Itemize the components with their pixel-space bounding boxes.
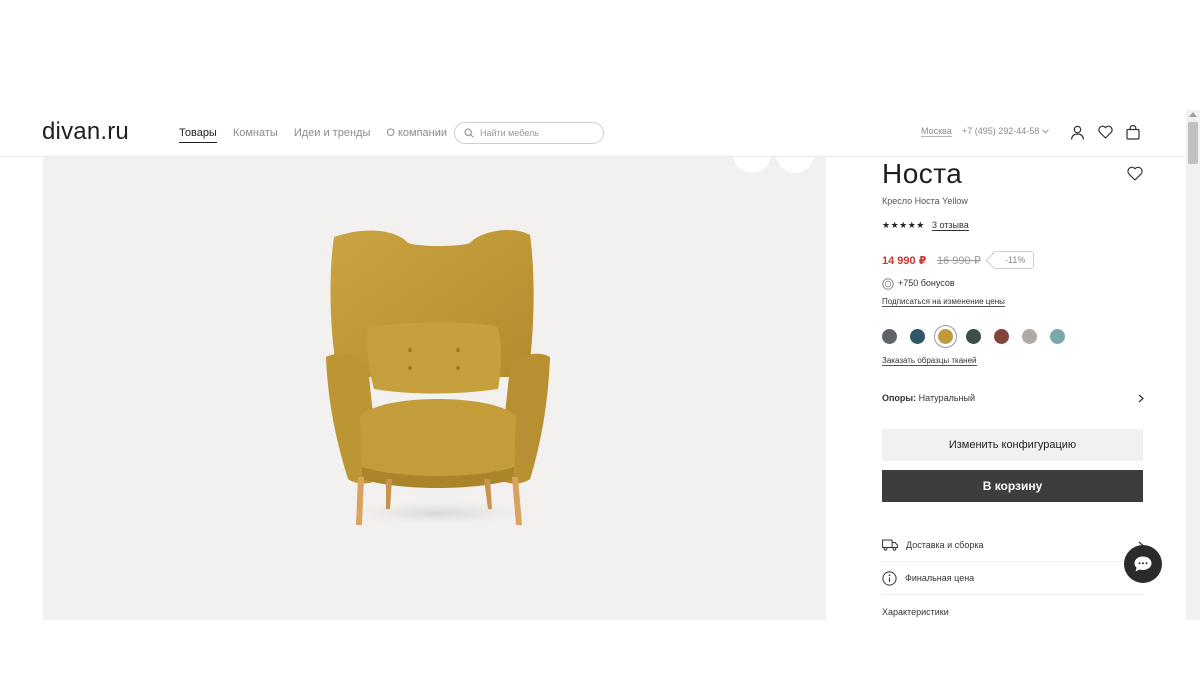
- favorite-heart-icon[interactable]: [1127, 166, 1145, 184]
- color-swatch[interactable]: [1050, 329, 1065, 344]
- nav-item-products[interactable]: Товары: [179, 127, 217, 143]
- price-subscribe-link[interactable]: Подписаться на изменение цены: [882, 297, 1005, 307]
- color-swatch[interactable]: [966, 329, 981, 344]
- site-logo[interactable]: divan.ru: [42, 118, 129, 146]
- color-swatches: [882, 325, 1065, 348]
- add-to-cart-button[interactable]: В корзину: [882, 470, 1143, 502]
- change-configuration-button[interactable]: Изменить конфигурацию: [882, 429, 1143, 461]
- current-price: 14 990 ₽: [882, 255, 927, 267]
- color-swatch[interactable]: [910, 329, 925, 344]
- order-samples-link[interactable]: Заказать образцы тканей: [882, 356, 977, 366]
- scroll-up-arrow-icon[interactable]: [1189, 112, 1197, 117]
- supports-value: Натуральный: [918, 393, 975, 403]
- city-selector[interactable]: Москва: [921, 126, 952, 137]
- delivery-label: Доставка и сборка: [906, 540, 984, 550]
- discount-badge: -11%: [992, 251, 1035, 269]
- search-box[interactable]: [454, 122, 604, 144]
- bonus-coin-icon: [882, 277, 894, 290]
- delivery-row[interactable]: Доставка и сборка: [882, 529, 1144, 562]
- discount-value: -11%: [1005, 255, 1026, 265]
- search-icon: [464, 128, 474, 138]
- user-icon[interactable]: [1068, 123, 1086, 141]
- page-scrollbar[interactable]: [1186, 110, 1200, 620]
- info-icon: [882, 570, 897, 586]
- product-subtitle: Кресло Носта Yellow: [882, 196, 968, 206]
- color-swatch[interactable]: [994, 329, 1009, 344]
- heart-icon[interactable]: [1096, 123, 1114, 141]
- armchair-image: [326, 229, 550, 527]
- old-price: 16 990 ₽: [937, 255, 981, 267]
- phone-dropdown[interactable]: +7 (495) 292-44-58: [962, 126, 1050, 136]
- nav-item-ideas[interactable]: Идеи и тренды: [294, 127, 371, 143]
- color-swatch[interactable]: [1022, 329, 1037, 344]
- supports-text: Опоры: Натуральный: [882, 393, 975, 403]
- chevron-down-icon: [1042, 128, 1050, 134]
- phone-number: +7 (495) 292-44-58: [962, 126, 1040, 136]
- search-input[interactable]: [480, 128, 590, 138]
- product-gallery: [43, 157, 826, 620]
- characteristics-row[interactable]: Характеристики: [882, 595, 1144, 628]
- final-price-label: Финальная цена: [905, 573, 975, 583]
- bonus-text: +750 бонусов: [898, 278, 955, 288]
- scroll-thumb[interactable]: [1188, 122, 1198, 164]
- chat-bubble-icon: [1134, 556, 1152, 572]
- site-header: divan.ru Товары Комнаты Идеи и тренды О …: [0, 110, 1186, 157]
- cart-icon[interactable]: [1124, 123, 1142, 141]
- truck-icon: [882, 539, 898, 551]
- product-title: Носта: [882, 158, 963, 189]
- gallery-action-button[interactable]: [733, 157, 771, 173]
- nav-item-about[interactable]: О компании: [386, 127, 447, 143]
- reviews-link[interactable]: 3 отзыва: [932, 220, 969, 231]
- rating-stars: ★★★★★: [882, 220, 925, 230]
- color-swatch[interactable]: [934, 325, 957, 348]
- color-swatch[interactable]: [882, 329, 897, 344]
- nav-item-rooms[interactable]: Комнаты: [233, 127, 278, 143]
- main-nav: Товары Комнаты Идеи и тренды О компании: [179, 127, 447, 143]
- characteristics-label: Характеристики: [882, 606, 949, 617]
- gallery-action-button[interactable]: [776, 157, 814, 173]
- final-price-row[interactable]: Финальная цена: [882, 562, 1144, 595]
- supports-selector[interactable]: Опоры: Натуральный: [882, 393, 1144, 403]
- chat-button[interactable]: [1124, 545, 1162, 583]
- supports-label: Опоры:: [882, 393, 917, 403]
- chevron-right-icon: [1138, 394, 1144, 402]
